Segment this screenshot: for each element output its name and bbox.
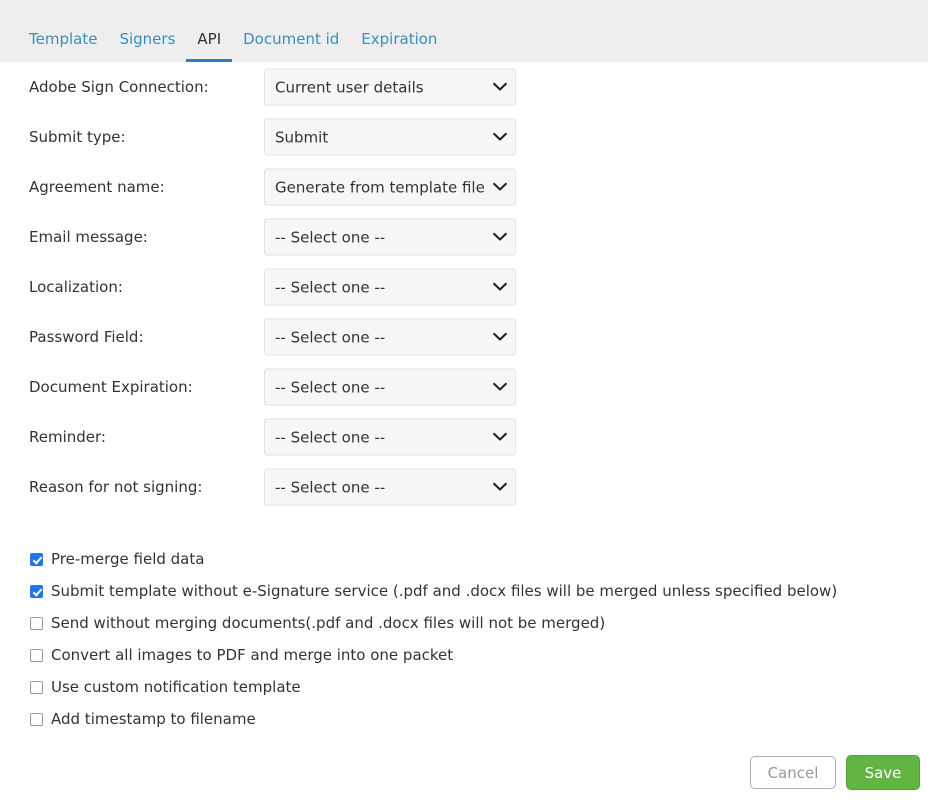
- form-field-label: Reason for not signing:: [29, 478, 203, 496]
- select-adobe-sign-connection[interactable]: Current user details: [264, 68, 516, 106]
- tab-bar: Template Signers API Document id Expiration: [0, 0, 928, 62]
- chevron-down-icon: [485, 432, 515, 442]
- select-reason-for-not-signing[interactable]: -- Select one --: [264, 468, 516, 506]
- chevron-down-icon: [485, 382, 515, 392]
- api-settings-panel: Adobe Sign Connection: Current user detai…: [0, 62, 942, 809]
- select-email-message[interactable]: -- Select one --: [264, 218, 516, 256]
- select-agreement-name[interactable]: Generate from template file: [264, 168, 516, 206]
- checkbox-label[interactable]: Add timestamp to filename: [51, 710, 256, 728]
- cancel-button[interactable]: Cancel: [750, 756, 836, 789]
- chevron-down-icon: [485, 332, 515, 342]
- form-row: Submit type: Submit: [0, 112, 942, 162]
- checkbox-label[interactable]: Convert all images to PDF and merge into…: [51, 646, 453, 664]
- form-field-label: Localization:: [29, 278, 123, 296]
- chevron-down-icon: [485, 232, 515, 242]
- checkbox-row[interactable]: Add timestamp to filename: [0, 703, 942, 735]
- form-field-label: Adobe Sign Connection:: [29, 78, 209, 96]
- form-row: Adobe Sign Connection: Current user detai…: [0, 62, 942, 112]
- checkbox-row[interactable]: Convert all images to PDF and merge into…: [0, 639, 942, 671]
- form-field-label: Agreement name:: [29, 178, 165, 196]
- select-reminder[interactable]: -- Select one --: [264, 418, 516, 456]
- select-value: Submit: [275, 128, 329, 146]
- checkbox-4[interactable]: [30, 680, 43, 694]
- checkbox-1[interactable]: [30, 584, 43, 598]
- checkbox-3[interactable]: [30, 648, 43, 662]
- form-field-label: Document Expiration:: [29, 378, 193, 396]
- form-field-label: Submit type:: [29, 128, 126, 146]
- form-row: Agreement name: Generate from template fi…: [0, 162, 942, 212]
- tab-signers[interactable]: Signers: [108, 32, 186, 62]
- select-value: -- Select one --: [275, 228, 386, 246]
- chevron-down-icon: [485, 132, 515, 142]
- settings-form: Adobe Sign Connection: Current user detai…: [0, 62, 942, 512]
- checkbox-label[interactable]: Use custom notification template: [51, 678, 301, 696]
- select-value: -- Select one --: [275, 478, 386, 496]
- checkbox-5[interactable]: [30, 712, 43, 726]
- checkbox-row[interactable]: Pre-merge field data: [0, 543, 942, 575]
- tab-template[interactable]: Template: [18, 32, 108, 62]
- form-field-label: Password Field:: [29, 328, 144, 346]
- form-row: Reason for not signing: -- Select one --: [0, 462, 942, 512]
- form-field-label: Reminder:: [29, 428, 106, 446]
- select-value: Current user details: [275, 78, 424, 96]
- checkbox-row[interactable]: Submit template without e-Signature serv…: [0, 575, 942, 607]
- form-field-label: Email message:: [29, 228, 148, 246]
- select-localization[interactable]: -- Select one --: [264, 268, 516, 306]
- checkbox-row[interactable]: Use custom notification template: [0, 671, 942, 703]
- form-row: Email message: -- Select one --: [0, 212, 942, 262]
- select-value: -- Select one --: [275, 378, 386, 396]
- select-value: -- Select one --: [275, 428, 386, 446]
- tab-list: Template Signers API Document id Expiration: [18, 22, 448, 62]
- save-button[interactable]: Save: [846, 755, 920, 790]
- tab-document-id[interactable]: Document id: [232, 32, 350, 62]
- select-value: Generate from template file: [275, 178, 485, 196]
- form-row: Document Expiration: -- Select one --: [0, 362, 942, 412]
- select-value: -- Select one --: [275, 328, 386, 346]
- checkbox-label[interactable]: Send without merging documents(.pdf and …: [51, 614, 605, 632]
- chevron-down-icon: [485, 82, 515, 92]
- chevron-down-icon: [485, 282, 515, 292]
- tab-expiration[interactable]: Expiration: [350, 32, 448, 62]
- form-row: Reminder: -- Select one --: [0, 412, 942, 462]
- form-actions: Cancel Save: [750, 755, 920, 790]
- select-document-expiration[interactable]: -- Select one --: [264, 368, 516, 406]
- checkbox-2[interactable]: [30, 616, 43, 630]
- chevron-down-icon: [485, 482, 515, 492]
- checkbox-label[interactable]: Pre-merge field data: [51, 550, 204, 568]
- select-submit-type[interactable]: Submit: [264, 118, 516, 156]
- checkbox-0[interactable]: [30, 552, 43, 566]
- form-row: Password Field: -- Select one --: [0, 312, 942, 362]
- select-value: -- Select one --: [275, 278, 386, 296]
- checkbox-row[interactable]: Send without merging documents(.pdf and …: [0, 607, 942, 639]
- options-checkbox-list: Pre-merge field data Submit template with…: [0, 543, 942, 735]
- select-password-field[interactable]: -- Select one --: [264, 318, 516, 356]
- chevron-down-icon: [485, 182, 515, 192]
- tab-api[interactable]: API: [186, 32, 233, 62]
- checkbox-label[interactable]: Submit template without e-Signature serv…: [51, 582, 837, 600]
- form-row: Localization: -- Select one --: [0, 262, 942, 312]
